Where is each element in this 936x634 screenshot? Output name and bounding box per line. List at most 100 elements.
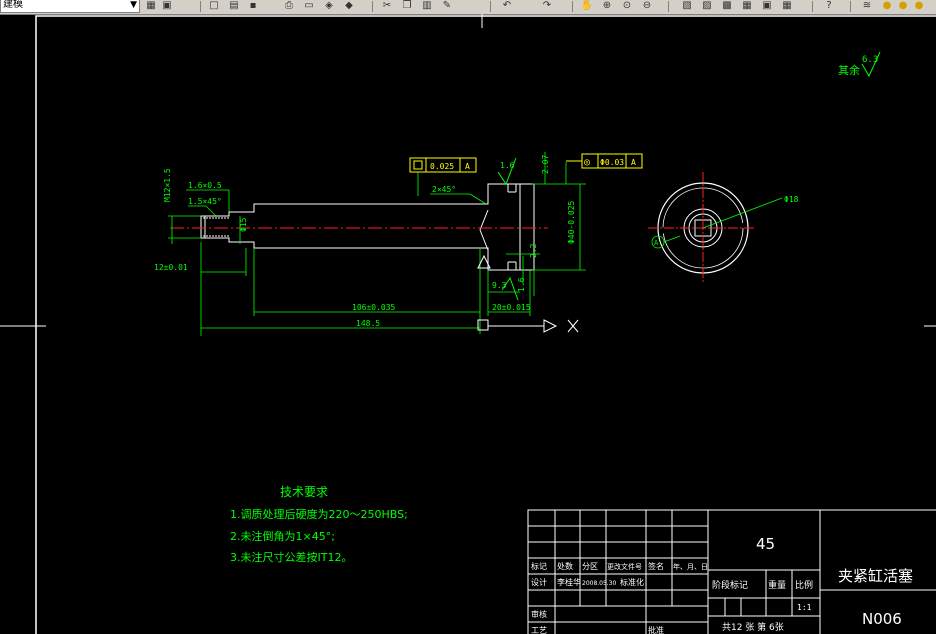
layers-icon[interactable]: ≋ xyxy=(860,0,874,12)
dim-chamfer-c: 2×45° xyxy=(432,185,456,194)
drawing-frame xyxy=(35,15,936,634)
dim-dia-40: Φ40-0.025 xyxy=(567,200,576,244)
approve-label: 批准 xyxy=(648,625,664,634)
zoom-previous-icon[interactable]: ⊖ xyxy=(640,0,654,12)
dim-len-12: 12±0.01 xyxy=(154,263,188,272)
toolbar-separator xyxy=(372,1,373,12)
save-icon[interactable]: ▪ xyxy=(246,0,260,12)
markup-icon[interactable]: ▣ xyxy=(760,0,774,12)
side-view: A xyxy=(648,172,783,284)
print-icon[interactable]: ⎙ xyxy=(282,0,296,12)
part-name: 夹紧缸活塞 xyxy=(838,567,913,585)
ucs-icon xyxy=(477,319,579,333)
header-count: 处数 xyxy=(557,561,573,571)
tech-requirements: 技术要求 1.调质处理后硬度为220～250HBS; 2.未注倒角为1×45°;… xyxy=(230,485,408,564)
light-icon[interactable]: ● xyxy=(912,0,926,12)
design-center-icon[interactable]: ▨ xyxy=(700,0,714,12)
tech-requirement-item: 1.调质处理后硬度为220～250HBS; xyxy=(230,507,408,521)
header-mark: 标记 xyxy=(531,561,547,571)
tool-palettes-icon[interactable]: ▩ xyxy=(720,0,734,12)
workspace-value: 建模 xyxy=(3,0,23,10)
tech-requirement-item: 3.未注尺寸公差按IT12。 xyxy=(230,550,352,564)
quickcalc-icon[interactable]: ▦ xyxy=(780,0,794,12)
surface-finish-note: 其余 6.3 xyxy=(838,51,881,78)
chevron-down-icon[interactable]: ▼ xyxy=(130,0,137,11)
tech-requirements-title: 技术要求 xyxy=(280,485,328,499)
layer-manager-icon[interactable]: ▦ xyxy=(144,0,158,12)
flatness-icon xyxy=(413,160,423,170)
dim-dia-15: Φ15 xyxy=(239,217,248,232)
toolbar-separator xyxy=(200,1,201,12)
tech-requirement-item: 2.未注倒角为1×45°; xyxy=(230,529,335,543)
surface-finish-label: 其余 xyxy=(838,63,860,77)
design-label: 设计 xyxy=(531,577,547,587)
toolbar-separator xyxy=(812,1,813,12)
review-label: 审核 xyxy=(531,609,547,619)
publish-icon[interactable]: ◈ xyxy=(322,0,336,12)
dimension-texts: M12×1.5 1.6×0.5 1.5×45° Φ15 2×45° 2.07 Φ… xyxy=(154,155,799,328)
light-icon[interactable]: ● xyxy=(880,0,894,12)
toolbar-separator xyxy=(668,1,669,12)
help-icon[interactable]: ? xyxy=(822,0,836,12)
pan-icon[interactable]: ✋ xyxy=(580,0,594,12)
copy-icon[interactable]: ❐ xyxy=(400,0,414,12)
title-block-text: 45 夹紧缸活塞 N006 阶段标记 重量 比例 1:1 共12 张 第 6张 … xyxy=(531,535,913,634)
weight-label: 重量 xyxy=(768,579,786,591)
toolbar-separator xyxy=(572,1,573,12)
open-icon[interactable]: ▤ xyxy=(227,0,241,12)
dim-hole: Φ18 xyxy=(784,195,799,204)
new-icon[interactable]: □ xyxy=(207,0,221,12)
roughness-top-value: 1.6 xyxy=(500,161,515,170)
standardization-label: 标准化 xyxy=(620,577,644,587)
standard-toolbar: 建模 ▼ ▦ ▣ □ ▤ ▪ ⎙ ▭ ◈ ◆ ✂ ❐ ▥ ✎ ↶ ↷ ✋ ⊕ ⊙… xyxy=(0,0,936,15)
model-space-canvas[interactable]: 其余 6.3 1.6 1.6 0.025 A ◎ Φ0.03 A M12×1.5… xyxy=(0,14,936,634)
designer-name: 李桂华 xyxy=(557,577,581,587)
dim-chamfer-b: 1.5×45° xyxy=(188,197,222,206)
plot-preview-icon[interactable]: ▭ xyxy=(302,0,316,12)
dim-len-20: 20±0.015 xyxy=(492,303,531,312)
paste-icon[interactable]: ▥ xyxy=(420,0,434,12)
gdt-left-datum: A xyxy=(465,162,470,171)
header-zone: 分区 xyxy=(582,562,598,571)
design-date: 2008.05.30 xyxy=(582,580,617,587)
material-value: 45 xyxy=(756,535,775,553)
dim-len-total: 148.5 xyxy=(356,319,380,328)
concentricity-icon: ◎ xyxy=(584,157,590,168)
header-signature: 签名 xyxy=(648,561,664,571)
drawing-number: N006 xyxy=(862,610,902,628)
gdt-frame-left: 0.025 A xyxy=(409,157,477,173)
dim-thread: M12×1.5 xyxy=(163,168,172,202)
dim-len-106: 106±0.035 xyxy=(352,303,396,312)
zoom-realtime-icon[interactable]: ⊕ xyxy=(600,0,614,12)
datum-label: A xyxy=(654,239,659,247)
workspace-dropdown[interactable]: 建模 ▼ xyxy=(0,0,140,13)
gdt-right-datum: A xyxy=(631,158,636,167)
gdt-left-tolerance: 0.025 xyxy=(430,162,454,171)
dim-2-07: 2.07 xyxy=(541,155,550,174)
sheet-count: 共12 张 第 6张 xyxy=(722,621,784,633)
gdt-frame-right: ◎ Φ0.03 A xyxy=(581,153,643,169)
stage-mark-label: 阶段标记 xyxy=(712,579,748,591)
cut-icon[interactable]: ✂ xyxy=(380,0,394,12)
sheet-set-icon[interactable]: ▦ xyxy=(740,0,754,12)
layer-state-icon[interactable]: ▣ xyxy=(160,0,174,12)
dim-9-3: 9.3 xyxy=(492,281,507,290)
toolbar-separator xyxy=(850,1,851,12)
gdt-right-tolerance: Φ0.03 xyxy=(600,158,624,167)
properties-icon[interactable]: ▧ xyxy=(680,0,694,12)
roughness-bottom-value: 1.6 xyxy=(517,277,526,292)
process-label: 工艺 xyxy=(531,626,547,634)
dim-2-2: 2.2 xyxy=(529,243,538,258)
match-properties-icon[interactable]: ✎ xyxy=(440,0,454,12)
header-change-doc: 更改文件号 xyxy=(607,562,642,571)
light-icon[interactable]: ● xyxy=(896,0,910,12)
surface-finish-value: 6.3 xyxy=(862,55,878,65)
scale-label: 比例 xyxy=(795,579,813,591)
header-date: 年、月、日 xyxy=(673,562,708,571)
3d-dwf-icon[interactable]: ◆ xyxy=(342,0,356,12)
dim-chamfer-a: 1.6×0.5 xyxy=(188,181,222,190)
scale-value: 1:1 xyxy=(797,603,812,612)
zoom-window-icon[interactable]: ⊙ xyxy=(620,0,634,12)
redo-icon[interactable]: ↷ xyxy=(540,0,554,12)
undo-icon[interactable]: ↶ xyxy=(500,0,514,12)
